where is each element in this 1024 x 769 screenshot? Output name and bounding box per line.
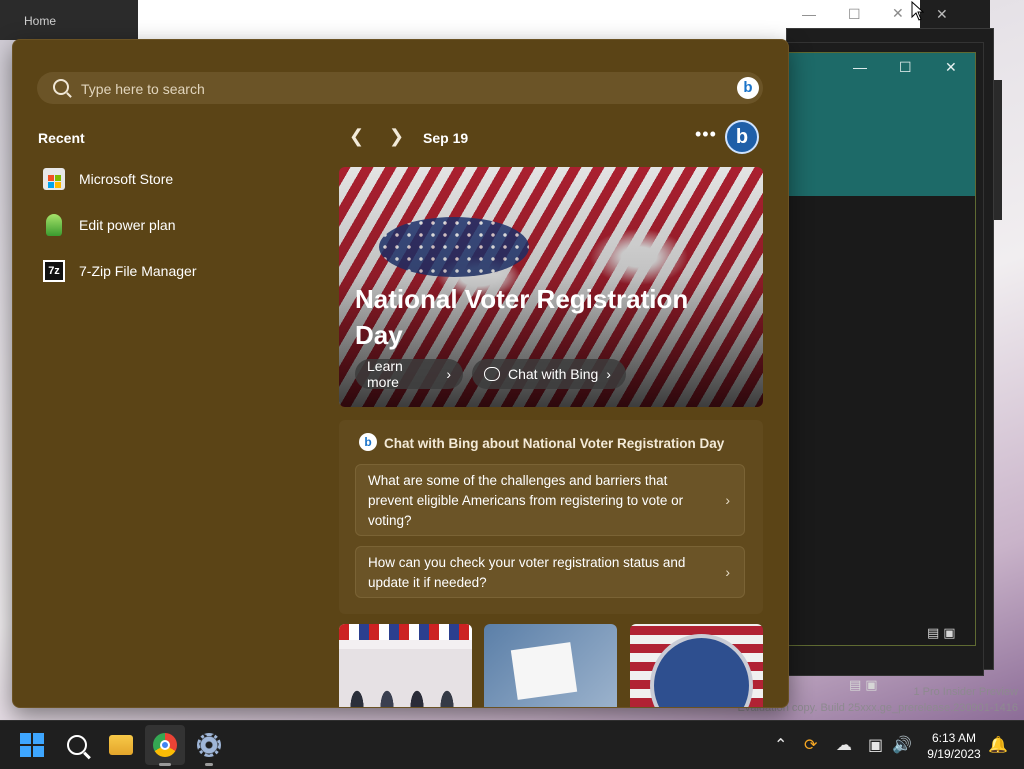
explorer-window-edge[interactable]: Home [0, 0, 138, 40]
start-button-windows-icon[interactable] [20, 733, 44, 757]
chat-card-heading: Chat with Bing about National Voter Regi… [384, 436, 725, 451]
chat-with-bing-label: Chat with Bing [508, 366, 599, 382]
ballot-image [510, 642, 578, 700]
chat-with-bing-button[interactable]: Chat with Bing › [472, 359, 626, 389]
minimize-icon[interactable]: — [802, 6, 816, 22]
recent-item-label: Microsoft Store [79, 171, 174, 187]
hero-title: National Voter Registration Day [355, 284, 689, 350]
question-text: How can you check your voter registratio… [368, 555, 686, 590]
more-options-icon[interactable]: ••• [695, 124, 717, 145]
next-day-button[interactable]: ❯ [389, 126, 404, 147]
white-house-seal-image [650, 634, 753, 707]
previous-day-button[interactable]: ❮ [349, 126, 364, 147]
chat-bubble-icon [484, 367, 500, 381]
learn-more-label: Learn more [367, 358, 403, 390]
news-thumbnail-polling-station[interactable] [339, 624, 472, 707]
bing-chat-card: b Chat with Bing about National Voter Re… [339, 420, 763, 614]
update-icon[interactable]: ⟳ [804, 735, 817, 755]
notification-bell-icon[interactable]: 🔔 [988, 735, 1008, 755]
teal-app-window[interactable]: — ☐ ✕ ▤▣ [786, 52, 976, 646]
volume-icon[interactable]: 🔊 [892, 735, 912, 755]
recent-item-7zip[interactable]: 7z 7-Zip File Manager [43, 253, 303, 289]
clock-date: 9/19/2023 [927, 747, 981, 761]
onedrive-icon[interactable]: ☁ [836, 735, 852, 755]
mouse-cursor-icon [911, 1, 925, 21]
view-toggle-icons[interactable]: ▤▣ [849, 677, 882, 693]
7zip-icon: 7z [43, 260, 65, 282]
recent-heading: Recent [38, 130, 85, 146]
recent-item-label: Edit power plan [79, 217, 176, 233]
close-icon[interactable]: ✕ [945, 59, 957, 76]
running-indicator [205, 763, 213, 766]
news-thumbnail-white-house[interactable] [630, 624, 763, 707]
feed-date: Sep 19 [423, 130, 469, 146]
recent-item-edit-power-plan[interactable]: Edit power plan [43, 207, 303, 243]
chevron-right-icon: › [446, 366, 451, 382]
view-toggle-icons[interactable]: ▤▣ [927, 625, 960, 641]
settings-gear-icon[interactable] [197, 733, 221, 757]
taskbar: ⌃ ⟳ ☁ ▣ 🔊 6:13 AM 9/19/2023 🔔 [0, 720, 1024, 769]
battery-icon [46, 214, 62, 236]
maximize-icon[interactable]: ☐ [848, 6, 861, 23]
search-icon [53, 79, 69, 95]
microsoft-store-icon [43, 168, 65, 190]
explorer-home-tab[interactable]: Home [24, 14, 56, 28]
clock-time: 6:13 AM [931, 731, 977, 745]
bing-question-1[interactable]: What are some of the challenges and barr… [355, 464, 745, 536]
close-icon[interactable]: ✕ [936, 6, 948, 23]
teal-window-header: — ☐ ✕ [787, 53, 975, 196]
chevron-right-icon: › [606, 366, 611, 382]
search-box[interactable]: b [37, 72, 763, 104]
recent-item-microsoft-store[interactable]: Microsoft Store [43, 161, 303, 197]
running-indicator [159, 763, 171, 766]
bing-icon: b [359, 433, 377, 451]
search-input[interactable] [79, 78, 683, 100]
chrome-icon[interactable] [153, 733, 177, 757]
hero-card-voter-registration[interactable]: National Voter Registration Day Learn mo… [339, 167, 763, 407]
chevron-right-icon: › [725, 492, 730, 508]
news-thumbnail-ballot[interactable] [484, 624, 617, 707]
chevron-up-icon[interactable]: ⌃ [774, 735, 787, 755]
question-text: What are some of the challenges and barr… [368, 473, 684, 528]
chevron-right-icon: › [725, 564, 730, 580]
voters-image [347, 665, 465, 707]
bing-icon[interactable]: b [737, 77, 759, 99]
close-icon[interactable]: ✕ [892, 5, 904, 22]
bing-chat-icon[interactable]: b [725, 120, 759, 154]
taskbar-search-icon[interactable] [67, 735, 87, 755]
bing-question-2[interactable]: How can you check your voter registratio… [355, 546, 745, 598]
watermark-edition: 1 Pro Insider Preview [913, 686, 1018, 698]
network-icon[interactable]: ▣ [868, 735, 883, 755]
learn-more-button[interactable]: Learn more › [355, 358, 463, 390]
minimize-icon[interactable]: — [853, 59, 867, 75]
recent-item-label: 7-Zip File Manager [79, 263, 197, 279]
taskbar-clock[interactable]: 6:13 AM 9/19/2023 [916, 730, 992, 762]
maximize-icon[interactable]: ☐ [899, 59, 912, 76]
start-menu: b Recent Microsoft Store Edit power plan… [12, 39, 789, 708]
file-explorer-icon[interactable] [109, 735, 133, 755]
bunting-image [339, 624, 472, 640]
